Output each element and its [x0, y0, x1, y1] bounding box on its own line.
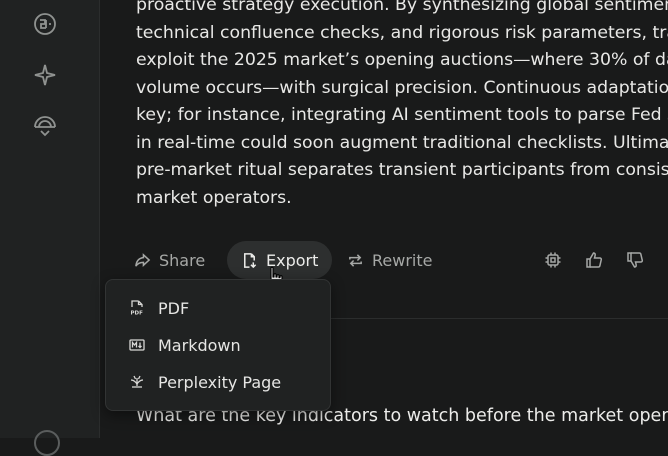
share-button[interactable]: Share	[134, 241, 205, 279]
export-menu: PDF PDF Markdown Perplexity Page	[105, 279, 331, 411]
profile-icon[interactable]	[34, 430, 60, 456]
rewrite-button[interactable]: Rewrite	[347, 241, 432, 279]
answer-actions: Share Export Rewrite	[128, 241, 668, 279]
answer-text: proactive strategy execution. By synthes…	[136, 0, 668, 212]
answer-line: technical confluence checks, and rigorou…	[136, 22, 668, 43]
menu-item-markdown[interactable]: Markdown	[106, 327, 330, 363]
menu-item-label: PDF	[158, 298, 190, 318]
markdown-icon	[128, 336, 146, 354]
answer-line: market operators.	[136, 187, 292, 208]
spaces-icon[interactable]	[31, 111, 59, 139]
svg-text:PDF: PDF	[131, 311, 144, 317]
answer-line: key; for instance, integrating AI sentim…	[136, 105, 668, 125]
library-icon[interactable]	[31, 10, 59, 38]
thumbs-up-icon[interactable]	[585, 251, 603, 269]
answer-line: pre-market ritual separates transient pa…	[136, 160, 668, 180]
menu-item-perplexity-page[interactable]: Perplexity Page	[106, 364, 330, 400]
rewrite-icon	[349, 253, 362, 267]
answer-line: exploit the 2025 market’s opening auctio…	[136, 50, 668, 70]
pdf-icon: PDF	[128, 299, 146, 317]
share-label: Share	[159, 250, 206, 270]
rewrite-label: Rewrite	[372, 250, 433, 270]
share-icon	[135, 252, 151, 267]
discover-icon[interactable]	[31, 61, 59, 89]
answer-line: in real-time could soon augment traditio…	[136, 132, 668, 153]
menu-item-pdf[interactable]: PDF PDF	[106, 290, 330, 326]
sidebar	[0, 0, 100, 456]
perplexity-page-icon	[128, 373, 146, 391]
thumbs-down-icon[interactable]	[626, 251, 644, 269]
answer-line: volume occurs—with surgical precision. C…	[136, 77, 668, 98]
answer-line: proactive strategy execution. By synthes…	[136, 0, 668, 15]
menu-item-label: Perplexity Page	[158, 372, 282, 392]
export-file-icon	[244, 252, 257, 268]
menu-item-label: Markdown	[158, 335, 241, 355]
model-chip-icon[interactable]	[544, 251, 562, 269]
